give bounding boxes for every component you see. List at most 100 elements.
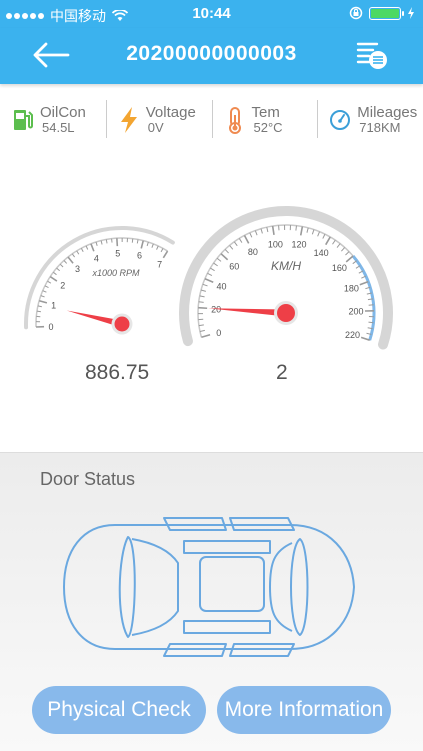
rpm-tick (38, 306, 42, 307)
speed-tick (244, 235, 248, 243)
rpm-tick (64, 260, 67, 263)
rpm-tick (72, 254, 74, 257)
physical-check-button[interactable]: Physical Check (32, 686, 206, 734)
speed-tick (360, 282, 368, 285)
speed-tick (255, 231, 257, 236)
speed-tick (341, 247, 344, 251)
car-top-view-icon (60, 513, 360, 661)
speed-reading: 2 (276, 361, 288, 385)
rpm-tick-label: 3 (75, 264, 80, 274)
status-bar: 中国移动 10:44 (0, 0, 423, 28)
speed-tick (345, 252, 349, 255)
rpm-tick (147, 242, 148, 246)
speed-tick-label: 220 (345, 330, 360, 340)
speed-tick (201, 335, 210, 337)
speed-tick-label: 80 (248, 247, 258, 257)
speed-unit-label: KM/H (271, 259, 301, 273)
info-mileage: Mileages 718KM (317, 96, 423, 144)
speed-tick (205, 279, 213, 283)
speed-tick-label: 160 (332, 263, 347, 273)
more-information-button[interactable]: More Information (217, 686, 391, 734)
speed-tick (312, 230, 314, 235)
speed-tick (239, 238, 242, 242)
speed-tick-label: 0 (216, 328, 221, 338)
speed-tick (337, 244, 340, 248)
speed-tick (230, 245, 233, 249)
oil-label: OilCon (40, 105, 86, 122)
rpm-tick (43, 291, 47, 293)
rpm-tick (81, 248, 83, 252)
rpm-tick (41, 296, 45, 297)
speed-tick (207, 273, 211, 275)
speed-tick (225, 249, 228, 253)
rpm-tick (37, 311, 41, 312)
fuel-icon (12, 106, 34, 134)
speed-tick (199, 325, 204, 326)
rpm-tick (68, 257, 73, 263)
speed-tick-label: 40 (217, 281, 227, 291)
speed-tick (214, 263, 218, 266)
voltage-label: Voltage (146, 105, 196, 122)
rpm-tick (39, 301, 47, 303)
mileage-label: Mileages (357, 105, 417, 122)
speed-tick-label: 100 (268, 239, 283, 249)
speed-tick (326, 237, 331, 245)
rpm-unit-label: x1000 RPM (91, 268, 140, 278)
battery-icon (369, 7, 401, 20)
rpm-tick (91, 244, 94, 251)
speed-tick (273, 226, 274, 235)
speed-tick-label: 140 (314, 248, 329, 258)
speed-tick (346, 256, 353, 262)
speed-tick (217, 258, 221, 261)
speed-gauge: 020406080100120140160180200220KM/H (184, 211, 388, 345)
rpm-tick (96, 242, 97, 246)
lightning-icon (118, 106, 140, 134)
rpm-tick (157, 246, 159, 250)
speed-tick (199, 302, 204, 303)
mileage-value: 718KM (357, 121, 417, 135)
rpm-tick (57, 268, 60, 271)
speed-tick (250, 233, 252, 238)
speed-tick (323, 234, 325, 238)
charging-icon (407, 7, 415, 19)
thermometer-icon (224, 106, 246, 134)
speed-tick (368, 322, 373, 323)
speed-tick (318, 232, 320, 237)
rpm-tick (53, 272, 56, 274)
list-menu-icon[interactable] (355, 40, 389, 72)
door-status-title: Door Status (40, 469, 135, 490)
rpm-tick (163, 251, 167, 258)
rpm-tick (50, 277, 57, 281)
speed-tick-label: 60 (229, 261, 239, 271)
speed-tick (203, 284, 208, 286)
rpm-tick (132, 239, 133, 243)
rpm-tick-label: 6 (137, 251, 142, 261)
temperature-value: 52°C (252, 121, 283, 135)
status-right (349, 6, 415, 20)
speed-tick (307, 228, 308, 233)
info-voltage: Voltage 0V (106, 96, 212, 144)
speed-tick (333, 240, 336, 244)
rpm-tick (47, 281, 50, 283)
speed-tick-label: 180 (344, 284, 359, 294)
rpm-reading: 886.75 (85, 361, 149, 385)
info-oil: OilCon 54.5L (0, 96, 106, 144)
orientation-lock-icon (349, 6, 363, 20)
speed-tick (201, 290, 206, 291)
voltage-value: 0V (146, 121, 196, 135)
speed-tick (221, 254, 228, 260)
vehicle-info-row: OilCon 54.5L Voltage 0V Tem 52°C (0, 96, 423, 144)
rpm-tick-label: 4 (94, 253, 99, 263)
rpm-tick-label: 1 (51, 300, 56, 310)
rpm-tick-label: 7 (157, 259, 162, 269)
speed-tick-label: 200 (348, 307, 363, 317)
rpm-tick (152, 244, 153, 248)
rpm-tick (86, 246, 88, 250)
rpm-tick (161, 248, 163, 252)
gauges-drawing: 01234567x1000 RPM 0204060801001201401601… (0, 170, 423, 450)
rpm-tick (60, 264, 63, 267)
speed-tick (198, 308, 207, 309)
speed-tick (234, 242, 237, 246)
rpm-tick (77, 251, 79, 254)
speed-tick (301, 227, 303, 236)
